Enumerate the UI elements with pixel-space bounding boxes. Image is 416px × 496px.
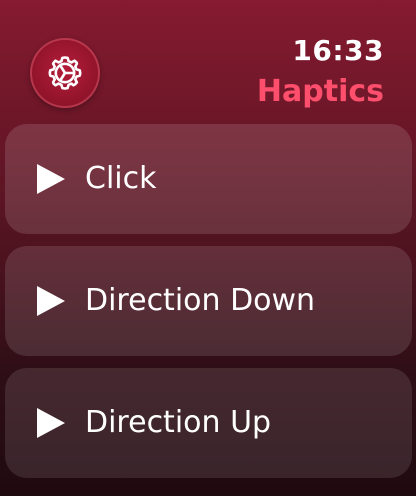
- settings-button[interactable]: [30, 38, 100, 108]
- status-time: 16:33: [292, 34, 384, 67]
- list-item-direction-down[interactable]: Direction Down: [5, 246, 412, 356]
- list-item-label: Click: [85, 161, 157, 196]
- haptics-list: Click Direction Down Direction Up: [5, 124, 412, 490]
- play-icon: [37, 408, 65, 438]
- page-title: Haptics: [256, 74, 384, 109]
- play-icon: [37, 286, 65, 316]
- play-icon: [37, 164, 65, 194]
- haptics-screen: 16:33 Haptics Click Direction Down Direc…: [0, 0, 416, 496]
- list-item-label: Direction Down: [85, 283, 316, 318]
- gear-icon: [48, 56, 82, 90]
- list-item-label: Direction Up: [85, 405, 272, 440]
- list-item-click[interactable]: Click: [5, 124, 412, 234]
- list-item-direction-up[interactable]: Direction Up: [5, 368, 412, 478]
